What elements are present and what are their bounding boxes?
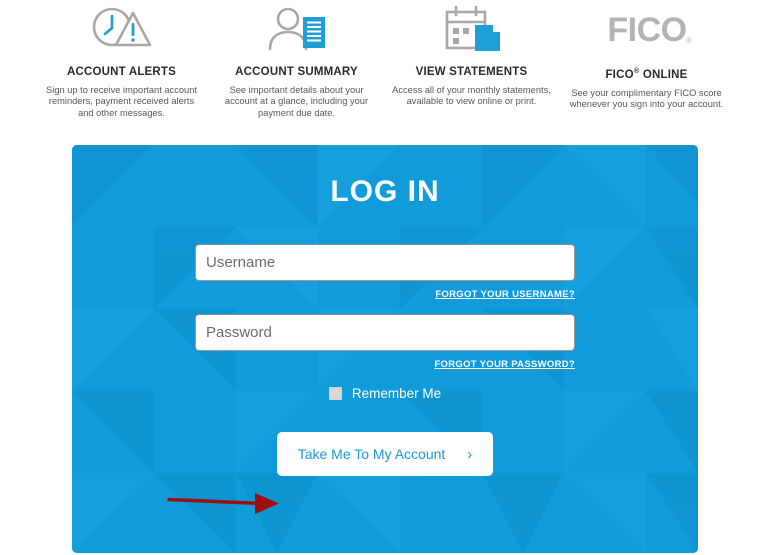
remember-me-row[interactable]: Remember Me <box>72 386 698 401</box>
clock-alert-icon <box>40 2 203 60</box>
forgot-password-link[interactable]: FORGOT YOUR PASSWORD? <box>195 359 575 370</box>
feature-title: ACCOUNT ALERTS <box>66 66 177 78</box>
submit-row: Take Me To My Account › <box>72 432 698 476</box>
feature-description: See your complimentary FICO score whenev… <box>569 87 724 110</box>
registered-mark: ® <box>633 66 640 75</box>
feature-title: VIEW STATEMENTS <box>415 66 528 78</box>
feature-title-fico: FICO <box>605 68 634 81</box>
username-input[interactable] <box>195 244 575 281</box>
feature-description: Access all of your monthly statements, a… <box>392 85 551 107</box>
fico-logo-icon: FICO ® <box>565 2 728 60</box>
person-document-icon <box>215 2 378 60</box>
feature-strip: ACCOUNT ALERTS Sign up to receive import… <box>34 0 734 119</box>
feature-account-summary: ACCOUNT SUMMARY See important details ab… <box>209 2 384 119</box>
username-field-group: FORGOT YOUR USERNAME? <box>195 244 575 300</box>
feature-title: ACCOUNT SUMMARY <box>235 66 358 78</box>
feature-description: Sign up to receive important account rem… <box>46 85 197 118</box>
red-pointer-arrow <box>167 493 279 514</box>
take-me-to-my-account-button[interactable]: Take Me To My Account › <box>277 432 493 476</box>
svg-text:®: ® <box>686 36 692 45</box>
feature-title-online: ONLINE <box>642 68 688 81</box>
remember-me-checkbox[interactable] <box>328 387 342 400</box>
remember-me-label: Remember Me <box>351 386 442 401</box>
forgot-username-link[interactable]: FORGOT YOUR USERNAME? <box>195 289 575 300</box>
page-title: LOG IN <box>330 175 440 208</box>
password-input[interactable] <box>195 314 575 351</box>
feature-view-statements: VIEW STATEMENTS Access all of your month… <box>384 2 559 119</box>
feature-description: See important details about your account… <box>224 85 369 118</box>
svg-text:FICO: FICO <box>607 11 686 49</box>
feature-title: FICO® ONLINE <box>565 66 728 81</box>
password-field-group: FORGOT YOUR PASSWORD? <box>195 314 575 370</box>
submit-button-label: Take Me To My Account <box>297 446 446 462</box>
calendar-document-icon <box>390 2 553 60</box>
feature-account-alerts: ACCOUNT ALERTS Sign up to receive import… <box>34 2 209 119</box>
chevron-right-icon: › <box>467 445 473 463</box>
feature-fico-online: FICO ® FICO® ONLINE See your complimenta… <box>559 2 734 119</box>
